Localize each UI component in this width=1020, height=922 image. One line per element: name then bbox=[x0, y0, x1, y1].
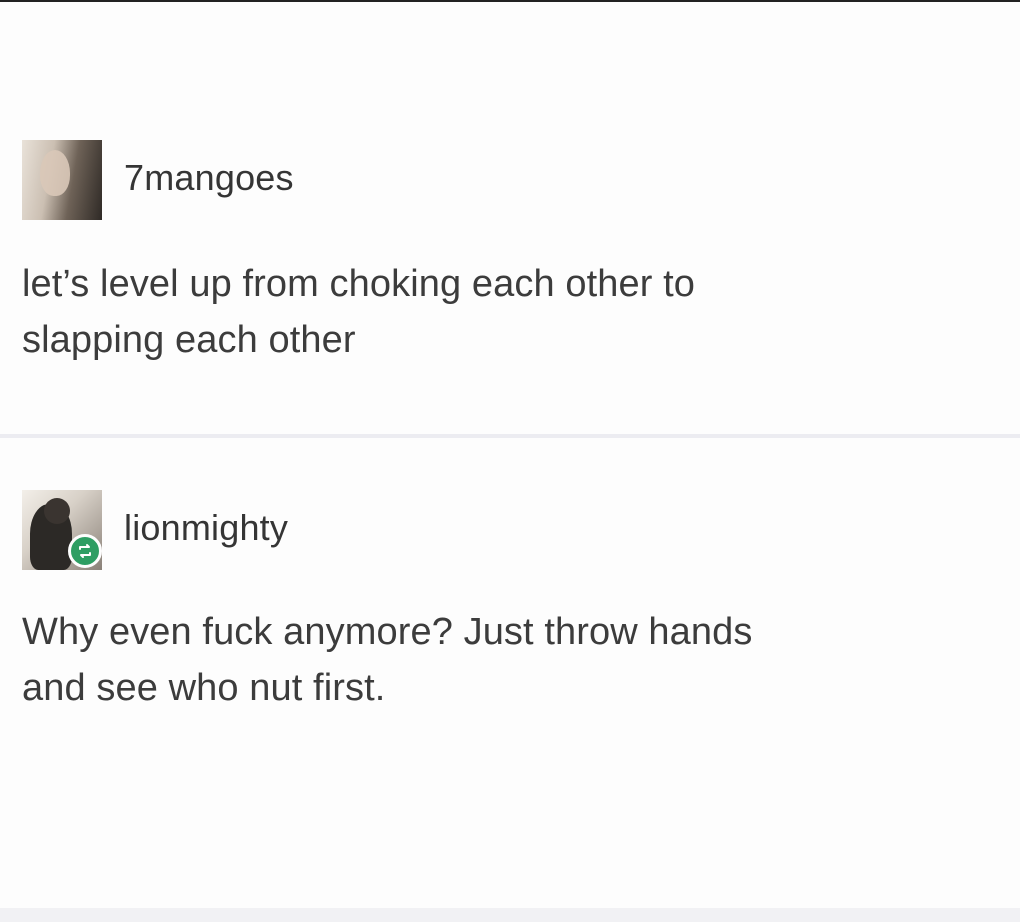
post-text: Why even fuck anymore? Just throw hands … bbox=[22, 611, 753, 709]
avatar[interactable] bbox=[22, 140, 102, 220]
avatar-photo bbox=[40, 150, 70, 196]
username[interactable]: lionmighty bbox=[124, 507, 288, 549]
post-lionmighty: lionmighty Why even fuck anymore? Just t… bbox=[22, 490, 1006, 716]
post-text: let’s level up from choking each other t… bbox=[22, 263, 695, 361]
avatar-photo-head bbox=[44, 498, 70, 524]
post-header: 7mangoes bbox=[22, 140, 1006, 220]
top-border bbox=[0, 0, 1020, 2]
post-divider bbox=[0, 434, 1020, 438]
avatar[interactable] bbox=[22, 490, 102, 570]
post-header: lionmighty bbox=[22, 490, 1006, 570]
bottom-band bbox=[0, 908, 1020, 922]
username[interactable]: 7mangoes bbox=[124, 157, 294, 199]
reblog-icon bbox=[68, 534, 102, 568]
reblog-icon-glyph bbox=[79, 544, 91, 558]
post-7mangoes: 7mangoes let’s level up from choking eac… bbox=[22, 140, 1006, 368]
